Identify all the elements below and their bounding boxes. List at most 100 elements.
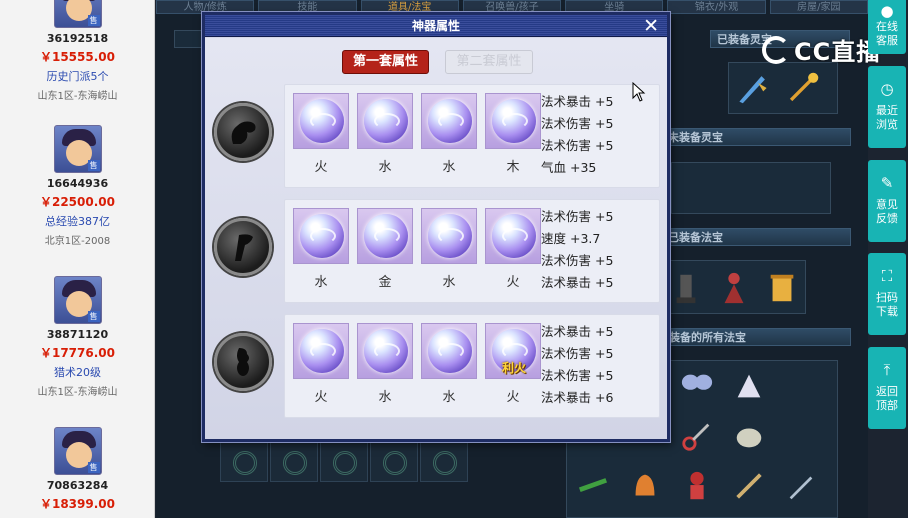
flute-icon[interactable] xyxy=(731,469,767,503)
gem-element-label: 水 xyxy=(378,160,392,175)
empty-slot[interactable] xyxy=(420,442,468,482)
empty-slot-panel xyxy=(671,162,831,214)
seller-note: 猎术20级 xyxy=(54,366,101,379)
avatar[interactable]: 售 xyxy=(53,276,102,324)
scissors-icon[interactable] xyxy=(679,419,715,453)
gem-element-label: 火 xyxy=(314,390,328,405)
tower-icon[interactable] xyxy=(668,271,704,305)
gem-element-label: 水 xyxy=(442,275,456,290)
gem-element-label: 水 xyxy=(442,160,456,175)
doll-icon[interactable] xyxy=(679,469,715,503)
gem-icon[interactable] xyxy=(293,93,349,149)
avatar[interactable]: 售 xyxy=(53,0,102,28)
seller-note: 总经验387亿 xyxy=(45,215,110,228)
gem-icon[interactable] xyxy=(357,323,413,379)
bell-icon[interactable] xyxy=(627,469,663,503)
attribute-line: 法术暴击 +5 xyxy=(541,275,614,290)
artifact-slot-group: 火 水 水 木 法术暴击 +5 法术伤害 +5 法术伤害 +5 气血 +35 xyxy=(214,84,660,190)
gem-icon[interactable] xyxy=(421,93,477,149)
attribute-line: 速度 +3.7 xyxy=(541,231,601,246)
button-label: 顶部 xyxy=(876,399,898,412)
seller-list: 售 36192518 ￥15555.00 历史门派5个 山东1区-东海崂山 售 … xyxy=(0,0,155,518)
seller-card[interactable]: 售 70863284 ￥18399.00 xyxy=(0,427,155,512)
game-tab[interactable]: 房屋/家园 xyxy=(769,0,868,14)
tab-attribute-set-2[interactable]: 第二套属性 xyxy=(445,50,533,74)
equipped-treasure-row xyxy=(661,260,806,314)
seller-price: ￥22500.00 xyxy=(39,195,115,209)
gem-icon[interactable] xyxy=(293,208,349,264)
artifact-piece-icon[interactable] xyxy=(214,103,272,161)
seller-id: 16644936 xyxy=(46,177,109,190)
fan-icon[interactable] xyxy=(731,369,767,403)
attribute-line: 法术暴击 +5 xyxy=(541,324,614,339)
seller-price: ￥18399.00 xyxy=(39,497,115,511)
feedback-button[interactable]: ✎ 意见 反馈 xyxy=(868,160,906,242)
gem-icon[interactable]: 利火 xyxy=(485,323,541,379)
seller-id: 36192518 xyxy=(46,32,109,45)
attribute-line: 法术伤害 +5 xyxy=(541,253,614,268)
seller-card[interactable]: 售 16644936 ￥22500.00 总经验387亿 北京1区-2008 xyxy=(0,125,155,247)
attribute-list: 法术暴击 +5 法术伤害 +5 法术伤害 +5 气血 +35 xyxy=(541,91,659,179)
seller-server: 山东1区-东海崂山 xyxy=(37,387,118,398)
empty-slot[interactable] xyxy=(220,442,268,482)
gem-icon[interactable] xyxy=(421,208,477,264)
empty-slot[interactable] xyxy=(320,442,368,482)
beast-icon[interactable] xyxy=(731,419,767,453)
attribute-list: 法术暴击 +5 法术伤害 +5 法术伤害 +5 法术暴击 +6 xyxy=(541,321,659,409)
scepter-icon[interactable] xyxy=(785,71,821,105)
online-service-button[interactable]: ● 在线 客服 xyxy=(868,0,906,54)
scroll-icon[interactable] xyxy=(764,271,800,305)
tab-attribute-set-1[interactable]: 第一套属性 xyxy=(342,50,429,74)
back-to-top-button[interactable]: ⤒ 返回 顶部 xyxy=(868,347,906,429)
seller-card[interactable]: 售 38871120 ￥17776.00 猎术20级 山东1区-东海崂山 xyxy=(0,276,155,398)
scan-download-button[interactable]: ⛶ 扫码 下载 xyxy=(868,253,906,335)
treasure-box xyxy=(728,62,838,114)
dialog-title-bar: 神器属性 ✕ xyxy=(205,15,667,37)
attribute-line: 法术暴击 +6 xyxy=(541,390,614,405)
recent-browse-button[interactable]: ◷ 最近 浏览 xyxy=(868,66,906,148)
gem-icon[interactable] xyxy=(421,323,477,379)
seller-server: 山东1区-东海崂山 xyxy=(37,91,118,102)
arrow-up-icon: ⤒ xyxy=(883,361,891,379)
avatar[interactable]: 售 xyxy=(53,427,102,475)
close-icon[interactable]: ✕ xyxy=(643,16,659,36)
seller-price: ￥17776.00 xyxy=(39,346,115,360)
dagger-icon[interactable] xyxy=(783,469,819,503)
gem-icon[interactable] xyxy=(357,208,413,264)
artifact-piece-icon[interactable] xyxy=(214,218,272,276)
seller-note: 历史门派5个 xyxy=(46,70,109,83)
gem-special-label: 利火 xyxy=(501,361,526,375)
attribute-line: 气血 +35 xyxy=(541,160,597,175)
button-label: 浏览 xyxy=(876,118,898,131)
butterfly-icon[interactable] xyxy=(679,369,715,403)
attribute-list: 法术伤害 +5 速度 +3.7 法术伤害 +5 法术暴击 +5 xyxy=(541,206,659,294)
button-label: 意见 xyxy=(876,198,898,211)
gem-icon[interactable] xyxy=(293,323,349,379)
button-label: 返回 xyxy=(876,385,898,398)
cc-logo-icon xyxy=(762,35,790,64)
gem-icon[interactable] xyxy=(485,93,541,149)
artifact-piece-icon[interactable] xyxy=(214,333,272,391)
figure-icon[interactable] xyxy=(716,271,752,305)
seller-id: 38871120 xyxy=(46,328,109,341)
cc-live-watermark: CC直播 xyxy=(762,32,881,67)
empty-slot[interactable] xyxy=(370,442,418,482)
seller-card[interactable]: 售 36192518 ￥15555.00 历史门派5个 山东1区-东海崂山 xyxy=(0,0,155,102)
slot-panel: 利火 火 水 水 火 法术暴击 +5 法术伤害 +5 法术伤害 +5 法术暴击 … xyxy=(284,314,660,418)
artifact-slot-group: 利火 火 水 水 火 法术暴击 +5 法术伤害 +5 法术伤害 +5 法术暴击 … xyxy=(214,314,660,420)
gem-element-label: 火 xyxy=(506,390,520,405)
slot-panel: 水 金 水 火 法术伤害 +5 速度 +3.7 法术伤害 +5 法术暴击 +5 xyxy=(284,199,660,303)
artifact-slot-group: 水 金 水 火 法术伤害 +5 速度 +3.7 法术伤害 +5 法术暴击 +5 xyxy=(214,199,660,305)
rod-icon[interactable] xyxy=(575,469,611,503)
sword-icon[interactable] xyxy=(735,71,771,105)
gem-icon[interactable] xyxy=(485,208,541,264)
slot-panel: 火 水 水 木 法术暴击 +5 法术伤害 +5 法术伤害 +5 气血 +35 xyxy=(284,84,660,188)
attribute-line: 法术伤害 +5 xyxy=(541,116,614,131)
gem-icon[interactable] xyxy=(357,93,413,149)
scan-icon: ⛶ xyxy=(881,267,893,285)
gem-element-label: 水 xyxy=(378,390,392,405)
avatar[interactable]: 售 xyxy=(53,125,102,173)
bg-heading: 未装备灵宝 xyxy=(661,128,851,146)
game-tab[interactable]: 锦衣/外观 xyxy=(667,0,766,14)
empty-slot[interactable] xyxy=(270,442,318,482)
